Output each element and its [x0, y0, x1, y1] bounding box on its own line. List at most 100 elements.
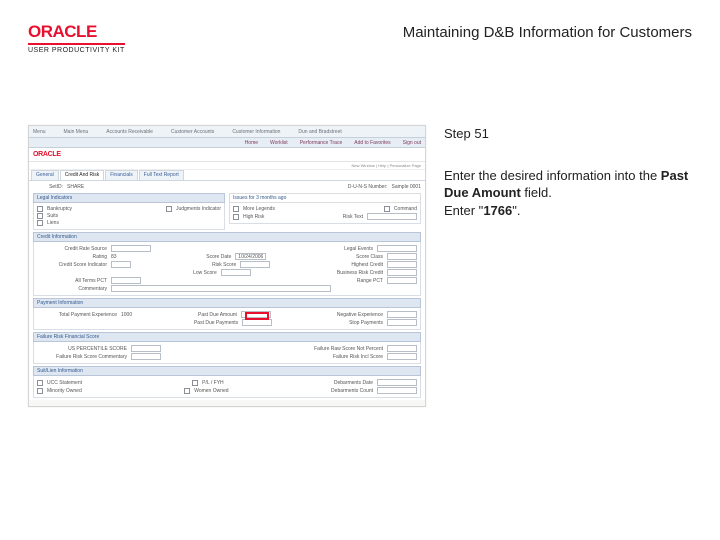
menu-item: Customer Accounts	[171, 129, 214, 135]
instruction-part: ".	[512, 203, 520, 218]
duns-value: Sample 0001	[392, 184, 421, 190]
input[interactable]	[242, 319, 272, 326]
input[interactable]	[131, 345, 161, 352]
input[interactable]	[387, 261, 417, 268]
field-label: Score Class	[356, 254, 383, 260]
setid-value: SHARE	[67, 184, 84, 190]
checkbox[interactable]	[37, 220, 43, 226]
instruction-part: Enter "	[444, 203, 483, 218]
field-value: 83	[111, 254, 117, 260]
failure-section-body: US PERCENTILE SCORE Failure Raw Score Not…	[33, 342, 421, 364]
field-label: Credit Rate Source	[37, 246, 107, 252]
checkbox[interactable]	[233, 214, 239, 220]
checkbox[interactable]	[233, 206, 239, 212]
credit-info-header: Credit Information	[33, 232, 421, 242]
checkbox[interactable]	[37, 388, 43, 394]
input[interactable]	[111, 261, 131, 268]
oracle-logo-subtitle: USER PRODUCTIVITY KIT	[28, 43, 125, 54]
payment-info-body: Total Payment Experience1000Past Due Amo…	[33, 308, 421, 330]
suit-section-header: Suit/Lien Information	[33, 366, 421, 376]
checkbox[interactable]	[384, 206, 390, 212]
field-label: Failure Risk Score Commentary	[37, 354, 127, 360]
menu-item: Main Menu	[64, 129, 89, 135]
oracle-logo-block: ORACLE USER PRODUCTIVITY KIT	[28, 22, 125, 54]
field-label: Judgments Indicator	[176, 206, 221, 212]
input[interactable]	[240, 261, 270, 268]
instruction-value: 1766	[483, 203, 512, 218]
field-label: Total Payment Experience	[37, 312, 117, 318]
checkbox[interactable]	[192, 380, 198, 386]
payments-right-header: Issues for 3 months ago	[229, 193, 421, 203]
input[interactable]	[367, 213, 417, 220]
checkbox[interactable]	[37, 213, 43, 219]
field-label: Past Due Payments	[194, 320, 238, 326]
instruction-part: Enter the desired information into the	[444, 168, 661, 183]
input[interactable]	[387, 269, 417, 276]
input[interactable]	[377, 245, 417, 252]
input[interactable]	[131, 353, 161, 360]
submenu-item: Home	[245, 140, 258, 146]
field-label: Failure Raw Score Not Percent	[314, 346, 383, 352]
field-label: Business Risk Credit	[337, 270, 383, 276]
tab-full-text[interactable]: Full Text Report	[139, 170, 184, 180]
field-label: Range PCT	[357, 278, 383, 284]
submenu-item: Worklist	[270, 140, 288, 146]
field-label: Debarments Date	[334, 380, 373, 386]
oracle-logo: ORACLE	[28, 22, 125, 42]
submenu-item: Sign out	[403, 140, 421, 146]
suit-section-body: UCC StatementP/L / FYHDebarments Date Mi…	[33, 376, 421, 398]
tab-general[interactable]: General	[31, 170, 59, 180]
application-screenshot: Menu Main Menu Accounts Receivable Custo…	[28, 125, 426, 407]
input[interactable]	[387, 345, 417, 352]
input[interactable]	[387, 253, 417, 260]
legal-indicators-body: BankruptcyJudgments Indicator Suits Lien…	[33, 203, 225, 230]
menu-item: Menu	[33, 129, 46, 135]
score-date-input[interactable]: 10/24/2006	[235, 253, 266, 260]
field-label: Risk Score	[212, 262, 236, 268]
input[interactable]	[387, 319, 417, 326]
field-label: Stop Payments	[349, 320, 383, 326]
app-logo: ORACLE	[33, 151, 61, 158]
field-label: Score Date	[206, 254, 231, 260]
failure-section-header: Failure Risk Financial Score	[33, 332, 421, 342]
instruction-text: Enter the desired information into the P…	[444, 167, 692, 220]
field-label: Highest Credit	[351, 262, 383, 268]
input[interactable]	[377, 387, 417, 394]
input[interactable]	[377, 379, 417, 386]
checkbox[interactable]	[166, 206, 172, 212]
legal-indicators-header: Legal Indicators	[33, 193, 225, 203]
input[interactable]	[387, 311, 417, 318]
app-topmenu: Menu Main Menu Accounts Receivable Custo…	[29, 126, 425, 138]
field-label: Failure Risk Incl Score	[333, 354, 383, 360]
checkbox[interactable]	[184, 388, 190, 394]
document-header: ORACLE USER PRODUCTIVITY KIT Maintaining…	[28, 22, 692, 54]
menu-item: Customer Information	[232, 129, 280, 135]
field-label: Rating	[37, 254, 107, 260]
instruction-panel: Step 51 Enter the desired information in…	[444, 125, 692, 407]
checkbox[interactable]	[37, 380, 43, 386]
field-value: 1000	[121, 312, 132, 318]
submenu-item: Add to Favorites	[354, 140, 390, 146]
app-logo-row: ORACLE	[29, 148, 425, 162]
payments-right-body: More LegendsCommand High RiskRisk Text	[229, 203, 421, 224]
field-label: Legal Events	[344, 246, 373, 252]
field-label: Low Score	[193, 270, 217, 276]
input[interactable]	[387, 277, 417, 284]
input[interactable]	[111, 277, 141, 284]
setid-label: SetID:	[33, 184, 63, 190]
field-label: Negative Experience	[337, 312, 383, 318]
tab-credit-and-risk[interactable]: Credit And Risk	[60, 170, 104, 180]
document-title: Maintaining D&B Information for Customer…	[403, 24, 692, 41]
app-submenu: Home Worklist Performance Trace Add to F…	[29, 138, 425, 148]
input[interactable]	[221, 269, 251, 276]
input[interactable]	[111, 245, 151, 252]
checkbox[interactable]	[37, 206, 43, 212]
app-crumb: New Window | Help | Personalize Page	[29, 162, 425, 170]
field-label: All Terms PCT	[37, 278, 107, 284]
field-label: Commentary	[37, 286, 107, 292]
commentary-input[interactable]	[111, 285, 331, 292]
input[interactable]	[387, 353, 417, 360]
tab-financials[interactable]: Financials	[105, 170, 138, 180]
field-label: Minority Owned	[47, 388, 82, 394]
field-label: US PERCENTILE SCORE	[37, 346, 127, 352]
